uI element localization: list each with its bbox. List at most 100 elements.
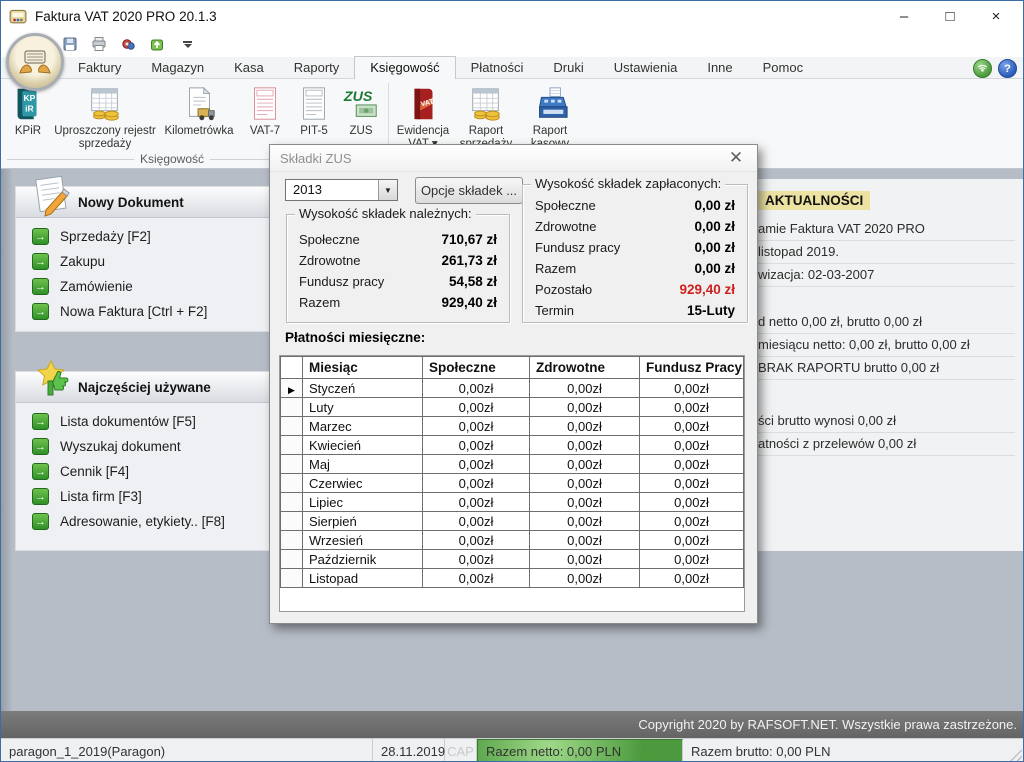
tab-raporty[interactable]: Raporty [279,57,355,78]
sidebar-item[interactable]: → Nowa Faktura [Ctrl + F2] [16,299,280,324]
row-selector-cell[interactable] [281,493,303,512]
month-cell[interactable]: Czerwiec [303,474,423,493]
grid-row[interactable]: Kwiecień 0,00zł 0,00zł 0,00zł [281,436,744,455]
sidebar-item[interactable]: → Lista firm [F3] [16,484,280,509]
month-cell[interactable]: Październik [303,550,423,569]
tab-ustawienia[interactable]: Ustawienia [599,57,693,78]
fundusz-pracy-cell[interactable]: 0,00zł [640,417,744,436]
zdrowotne-cell[interactable]: 0,00zł [530,417,640,436]
options-button[interactable]: Opcje składek ... [415,177,523,204]
ribbon-button-raport-sprzedazy[interactable]: Raport sprzedaży [454,79,518,151]
row-selector-cell[interactable] [281,398,303,417]
zdrowotne-cell[interactable]: 0,00zł [530,512,640,531]
tab-pomoc[interactable]: Pomoc [748,57,818,78]
grid-row[interactable]: Październik 0,00zł 0,00zł 0,00zł [281,550,744,569]
grid-row[interactable]: Wrzesień 0,00zł 0,00zł 0,00zł [281,531,744,550]
zdrowotne-cell[interactable]: 0,00zł [530,398,640,417]
fundusz-pracy-cell[interactable]: 0,00zł [640,379,744,398]
zdrowotne-cell[interactable]: 0,00zł [530,455,640,474]
help-icon[interactable]: ? [998,59,1017,78]
ribbon-button-vat7[interactable]: VAT-7 [239,79,291,138]
zdrowotne-cell[interactable]: 0,00zł [530,474,640,493]
tab-druki[interactable]: Druki [538,57,598,78]
update-icon[interactable] [148,36,165,53]
tab-kasa[interactable]: Kasa [219,57,279,78]
options-gear-icon[interactable] [119,36,136,53]
spoleczne-cell[interactable]: 0,00zł [423,417,530,436]
spoleczne-cell[interactable]: 0,00zł [423,379,530,398]
fundusz-pracy-cell[interactable]: 0,00zł [640,398,744,417]
fundusz-pracy-cell[interactable]: 0,00zł [640,455,744,474]
sidebar-item[interactable]: → Zakupu [16,249,280,274]
sidebar-item[interactable]: → Zamówienie [16,274,280,299]
month-cell[interactable]: Sierpień [303,512,423,531]
sidebar-item[interactable]: → Adresowanie, etykiety.. [F8] [16,509,280,534]
row-selector-cell[interactable] [281,550,303,569]
network-status-icon[interactable] [973,59,992,78]
dropdown-arrow-icon[interactable]: ▼ [378,180,397,200]
spoleczne-cell[interactable]: 0,00zł [423,398,530,417]
month-cell[interactable]: Luty [303,398,423,417]
spoleczne-cell[interactable]: 0,00zł [423,436,530,455]
print-icon[interactable] [90,36,107,53]
tab-platnosci[interactable]: Płatności [456,57,539,78]
spoleczne-cell[interactable]: 0,00zł [423,474,530,493]
save-icon[interactable] [61,36,78,53]
zdrowotne-cell[interactable]: 0,00zł [530,550,640,569]
year-select[interactable]: 2013 ▼ [285,179,398,201]
grid-row[interactable]: Styczeń 0,00zł 0,00zł 0,00zł [281,379,744,398]
spoleczne-cell[interactable]: 0,00zł [423,550,530,569]
sidebar-item[interactable]: → Lista dokumentów [F5] [16,409,280,434]
dialog-close-icon[interactable]: ✕ [725,148,747,168]
spoleczne-cell[interactable]: 0,00zł [423,569,530,588]
tab-inne[interactable]: Inne [692,57,747,78]
month-cell[interactable]: Maj [303,455,423,474]
row-selector-cell[interactable] [281,379,303,398]
ribbon-button-ewidencja-vat[interactable]: VAT Ewidencja VAT ▾ [392,79,454,151]
spoleczne-cell[interactable]: 0,00zł [423,493,530,512]
tab-magazyn[interactable]: Magazyn [136,57,219,78]
row-selector-cell[interactable] [281,512,303,531]
maximize-button[interactable]: □ [927,1,973,31]
grid-row[interactable]: Maj 0,00zł 0,00zł 0,00zł [281,455,744,474]
tab-ksiegowosc[interactable]: Księgowość [354,56,455,79]
month-cell[interactable]: Wrzesień [303,531,423,550]
month-cell[interactable]: Marzec [303,417,423,436]
fundusz-pracy-cell[interactable]: 0,00zł [640,493,744,512]
grid-row[interactable]: Sierpień 0,00zł 0,00zł 0,00zł [281,512,744,531]
zdrowotne-cell[interactable]: 0,00zł [530,379,640,398]
month-cell[interactable]: Styczeń [303,379,423,398]
grid-row[interactable]: Listopad 0,00zł 0,00zł 0,00zł [281,569,744,588]
toolbar-customize-icon[interactable] [183,41,192,48]
grid-row[interactable]: Marzec 0,00zł 0,00zł 0,00zł [281,417,744,436]
row-selector-cell[interactable] [281,531,303,550]
month-cell[interactable]: Listopad [303,569,423,588]
grid-row[interactable]: Lipiec 0,00zł 0,00zł 0,00zł [281,493,744,512]
sidebar-item[interactable]: → Sprzedaży [F2] [16,224,280,249]
sidebar-item[interactable]: → Wyszukaj dokument [16,434,280,459]
fundusz-pracy-cell[interactable]: 0,00zł [640,569,744,588]
spoleczne-cell[interactable]: 0,00zł [423,531,530,550]
fundusz-pracy-cell[interactable]: 0,00zł [640,550,744,569]
row-selector-cell[interactable] [281,417,303,436]
minimize-button[interactable]: – [881,1,927,31]
ribbon-button-kilometrowka[interactable]: Kilometrówka [159,79,239,138]
row-selector-cell[interactable] [281,436,303,455]
row-selector-cell[interactable] [281,569,303,588]
row-selector-cell[interactable] [281,474,303,493]
zdrowotne-cell[interactable]: 0,00zł [530,436,640,455]
spoleczne-cell[interactable]: 0,00zł [423,455,530,474]
ribbon-button-pit5[interactable]: PIT-5 [291,79,337,138]
spoleczne-cell[interactable]: 0,00zł [423,512,530,531]
fundusz-pracy-cell[interactable]: 0,00zł [640,474,744,493]
month-cell[interactable]: Lipiec [303,493,423,512]
grid-row[interactable]: Luty 0,00zł 0,00zł 0,00zł [281,398,744,417]
grid-row[interactable]: Czerwiec 0,00zł 0,00zł 0,00zł [281,474,744,493]
zdrowotne-cell[interactable]: 0,00zł [530,531,640,550]
sidebar-item[interactable]: → Cennik [F4] [16,459,280,484]
ribbon-button-uproszczony-rejestr[interactable]: Uproszczony rejestr sprzedaży [51,79,159,151]
tab-faktury[interactable]: Faktury [63,57,136,78]
close-button[interactable]: × [973,1,1019,31]
month-cell[interactable]: Kwiecień [303,436,423,455]
row-selector-cell[interactable] [281,455,303,474]
